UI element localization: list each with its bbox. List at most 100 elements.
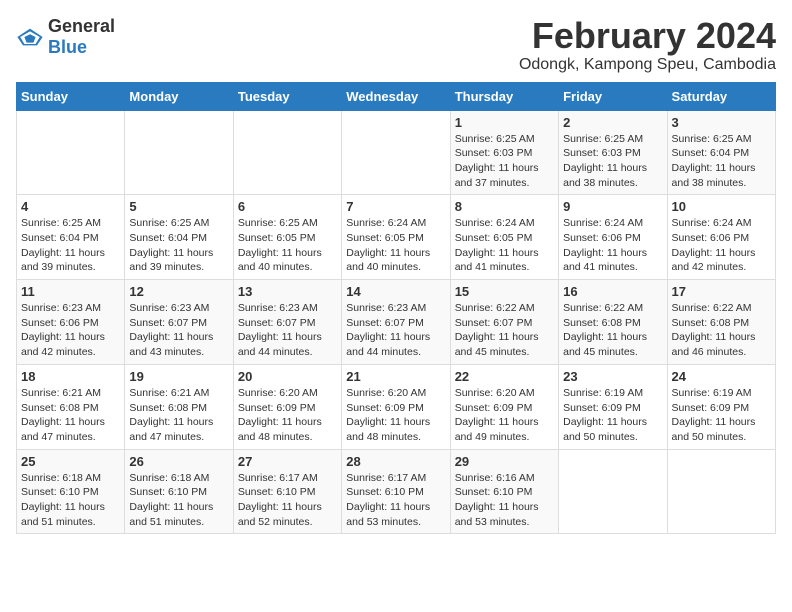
calendar-table: SundayMondayTuesdayWednesdayThursdayFrid…: [16, 82, 776, 535]
logo-text-blue: Blue: [48, 37, 87, 57]
day-number: 26: [129, 454, 228, 469]
header-day-sunday: Sunday: [17, 82, 125, 110]
calendar-cell: 1 Sunrise: 6:25 AMSunset: 6:03 PMDaylight…: [450, 110, 558, 195]
calendar-cell: 15Sunrise: 6:22 AMSunset: 6:07 PMDayligh…: [450, 280, 558, 365]
day-number: 5: [129, 199, 228, 214]
cell-info: Sunrise: 6:23 AMSunset: 6:07 PMDaylight:…: [129, 301, 228, 360]
cell-info: Sunrise: 6:20 AMSunset: 6:09 PMDaylight:…: [346, 386, 445, 445]
calendar-week-3: 18Sunrise: 6:21 AMSunset: 6:08 PMDayligh…: [17, 364, 776, 449]
day-number: 24: [672, 369, 771, 384]
calendar-cell: 12 Sunrise: 6:23 AMSunset: 6:07 PMDayligh…: [125, 280, 233, 365]
cell-info: Sunrise: 6:25 AMSunset: 6:04 PMDaylight:…: [672, 132, 771, 191]
day-number: 19: [129, 369, 228, 384]
cell-info: Sunrise: 6:25 AMSunset: 6:04 PMDaylight:…: [129, 216, 228, 275]
calendar-cell: [125, 110, 233, 195]
cell-info: Sunrise: 6:24 AMSunset: 6:06 PMDaylight:…: [563, 216, 662, 275]
calendar-cell: 25 Sunrise: 6:18 AMSunset: 6:10 PMDayligh…: [17, 449, 125, 534]
cell-info: Sunrise: 6:21 AMSunset: 6:08 PMDaylight:…: [21, 386, 120, 445]
page-header: General Blue February 2024 Odongk, Kampo…: [16, 16, 776, 74]
month-title: February 2024: [519, 16, 776, 56]
cell-info: Sunrise: 6:20 AMSunset: 6:09 PMDaylight:…: [238, 386, 337, 445]
cell-info: Sunrise: 6:18 AMSunset: 6:10 PMDaylight:…: [21, 471, 120, 530]
cell-info: Sunrise: 6:25 AMSunset: 6:03 PMDaylight:…: [563, 132, 662, 191]
header-day-thursday: Thursday: [450, 82, 558, 110]
calendar-cell: [342, 110, 450, 195]
calendar-cell: 23 Sunrise: 6:19 AMSunset: 6:09 PMDayligh…: [559, 364, 667, 449]
calendar-cell: 8Sunrise: 6:24 AMSunset: 6:05 PMDaylight…: [450, 195, 558, 280]
calendar-cell: 7Sunrise: 6:24 AMSunset: 6:05 PMDaylight…: [342, 195, 450, 280]
cell-info: Sunrise: 6:16 AMSunset: 6:10 PMDaylight:…: [455, 471, 554, 530]
cell-info: Sunrise: 6:23 AMSunset: 6:06 PMDaylight:…: [21, 301, 120, 360]
calendar-cell: 11 Sunrise: 6:23 AMSunset: 6:06 PMDayligh…: [17, 280, 125, 365]
cell-info: Sunrise: 6:22 AMSunset: 6:07 PMDaylight:…: [455, 301, 554, 360]
calendar-cell: 13Sunrise: 6:23 AMSunset: 6:07 PMDayligh…: [233, 280, 341, 365]
header-day-saturday: Saturday: [667, 82, 775, 110]
calendar-cell: 9 Sunrise: 6:24 AMSunset: 6:06 PMDaylight…: [559, 195, 667, 280]
calendar-cell: 20 Sunrise: 6:20 AMSunset: 6:09 PMDayligh…: [233, 364, 341, 449]
day-number: 9: [563, 199, 662, 214]
header-day-tuesday: Tuesday: [233, 82, 341, 110]
calendar-cell: 26 Sunrise: 6:18 AMSunset: 6:10 PMDayligh…: [125, 449, 233, 534]
cell-info: Sunrise: 6:25 AMSunset: 6:05 PMDaylight:…: [238, 216, 337, 275]
day-number: 14: [346, 284, 445, 299]
calendar-body: 1 Sunrise: 6:25 AMSunset: 6:03 PMDaylight…: [17, 110, 776, 534]
day-number: 2: [563, 115, 662, 130]
header-day-wednesday: Wednesday: [342, 82, 450, 110]
day-number: 10: [672, 199, 771, 214]
calendar-week-4: 25 Sunrise: 6:18 AMSunset: 6:10 PMDayligh…: [17, 449, 776, 534]
calendar-cell: 4 Sunrise: 6:25 AMSunset: 6:04 PMDaylight…: [17, 195, 125, 280]
logo: General Blue: [16, 16, 115, 58]
day-number: 20: [238, 369, 337, 384]
calendar-cell: 14 Sunrise: 6:23 AMSunset: 6:07 PMDayligh…: [342, 280, 450, 365]
cell-info: Sunrise: 6:22 AMSunset: 6:08 PMDaylight:…: [563, 301, 662, 360]
header-day-monday: Monday: [125, 82, 233, 110]
day-number: 4: [21, 199, 120, 214]
cell-info: Sunrise: 6:17 AMSunset: 6:10 PMDaylight:…: [238, 471, 337, 530]
calendar-cell: 18Sunrise: 6:21 AMSunset: 6:08 PMDayligh…: [17, 364, 125, 449]
subtitle: Odongk, Kampong Speu, Cambodia: [519, 56, 776, 74]
calendar-cell: 3Sunrise: 6:25 AMSunset: 6:04 PMDaylight…: [667, 110, 775, 195]
day-number: 8: [455, 199, 554, 214]
day-number: 12: [129, 284, 228, 299]
cell-info: Sunrise: 6:25 AMSunset: 6:04 PMDaylight:…: [21, 216, 120, 275]
calendar-week-0: 1 Sunrise: 6:25 AMSunset: 6:03 PMDaylight…: [17, 110, 776, 195]
calendar-cell: [559, 449, 667, 534]
header-day-friday: Friday: [559, 82, 667, 110]
day-number: 7: [346, 199, 445, 214]
calendar-cell: 16 Sunrise: 6:22 AMSunset: 6:08 PMDayligh…: [559, 280, 667, 365]
header-row: SundayMondayTuesdayWednesdayThursdayFrid…: [17, 82, 776, 110]
calendar-cell: 27Sunrise: 6:17 AMSunset: 6:10 PMDayligh…: [233, 449, 341, 534]
cell-info: Sunrise: 6:23 AMSunset: 6:07 PMDaylight:…: [346, 301, 445, 360]
day-number: 23: [563, 369, 662, 384]
calendar-week-2: 11 Sunrise: 6:23 AMSunset: 6:06 PMDayligh…: [17, 280, 776, 365]
calendar-header: SundayMondayTuesdayWednesdayThursdayFrid…: [17, 82, 776, 110]
cell-info: Sunrise: 6:25 AMSunset: 6:03 PMDaylight:…: [455, 132, 554, 191]
day-number: 1: [455, 115, 554, 130]
calendar-week-1: 4 Sunrise: 6:25 AMSunset: 6:04 PMDaylight…: [17, 195, 776, 280]
day-number: 13: [238, 284, 337, 299]
calendar-cell: 10 Sunrise: 6:24 AMSunset: 6:06 PMDayligh…: [667, 195, 775, 280]
calendar-cell: [17, 110, 125, 195]
day-number: 11: [21, 284, 120, 299]
cell-info: Sunrise: 6:18 AMSunset: 6:10 PMDaylight:…: [129, 471, 228, 530]
cell-info: Sunrise: 6:24 AMSunset: 6:06 PMDaylight:…: [672, 216, 771, 275]
day-number: 16: [563, 284, 662, 299]
cell-info: Sunrise: 6:19 AMSunset: 6:09 PMDaylight:…: [563, 386, 662, 445]
calendar-cell: 24 Sunrise: 6:19 AMSunset: 6:09 PMDayligh…: [667, 364, 775, 449]
calendar-cell: 17Sunrise: 6:22 AMSunset: 6:08 PMDayligh…: [667, 280, 775, 365]
calendar-cell: 6 Sunrise: 6:25 AMSunset: 6:05 PMDaylight…: [233, 195, 341, 280]
day-number: 28: [346, 454, 445, 469]
calendar-cell: 22Sunrise: 6:20 AMSunset: 6:09 PMDayligh…: [450, 364, 558, 449]
day-number: 25: [21, 454, 120, 469]
cell-info: Sunrise: 6:21 AMSunset: 6:08 PMDaylight:…: [129, 386, 228, 445]
cell-info: Sunrise: 6:22 AMSunset: 6:08 PMDaylight:…: [672, 301, 771, 360]
calendar-cell: 19 Sunrise: 6:21 AMSunset: 6:08 PMDayligh…: [125, 364, 233, 449]
day-number: 29: [455, 454, 554, 469]
cell-info: Sunrise: 6:19 AMSunset: 6:09 PMDaylight:…: [672, 386, 771, 445]
logo-icon: [16, 27, 44, 47]
day-number: 6: [238, 199, 337, 214]
calendar-cell: [233, 110, 341, 195]
logo-text-general: General: [48, 16, 115, 36]
title-area: February 2024 Odongk, Kampong Speu, Camb…: [519, 16, 776, 74]
calendar-cell: 2 Sunrise: 6:25 AMSunset: 6:03 PMDaylight…: [559, 110, 667, 195]
